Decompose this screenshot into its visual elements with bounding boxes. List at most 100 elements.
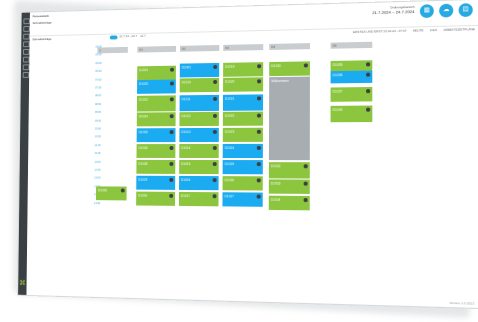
status-dot-icon[interactable] [256, 145, 261, 150]
schedule-block[interactable]: D1012 [179, 111, 219, 127]
status-dot-icon[interactable] [212, 178, 217, 183]
schedule-block[interactable]: D1015 [179, 159, 219, 175]
document-icon: ▤ [462, 6, 469, 13]
status-dot-icon[interactable] [212, 145, 217, 150]
status-dot-icon[interactable] [213, 96, 218, 101]
schedule-block[interactable]: D1022 [222, 111, 264, 126]
schedule-block[interactable]: D1010 [179, 77, 220, 93]
schedule-block[interactable]: D1027 [222, 192, 263, 207]
schedule-block[interactable]: D1020 [137, 79, 176, 94]
schedule-block[interactable]: D1036 [330, 70, 373, 84]
schedule-block[interactable]: D1026 [136, 144, 176, 158]
schedule-block[interactable]: D1035 [330, 60, 373, 72]
schedule-block[interactable]: D1030 [136, 191, 176, 206]
status-dot-icon[interactable] [303, 63, 308, 68]
schedule-block[interactable]: D1014 [179, 143, 219, 159]
schedule-block[interactable]: D1011 [179, 94, 220, 112]
status-dot-icon[interactable] [365, 62, 371, 67]
status-dot-icon[interactable] [169, 146, 174, 151]
status-dot-icon[interactable] [256, 96, 262, 101]
status-dot-icon[interactable] [169, 193, 174, 198]
menu-item-heute[interactable]: HEUTE [413, 28, 424, 32]
tab-schnelleintraege[interactable]: Schnelleinträge [33, 21, 52, 25]
settings-icon[interactable] [22, 56, 30, 63]
breadcrumb[interactable]: Reisestatistik [33, 14, 49, 18]
schedule-block[interactable]: D1024 [136, 112, 176, 127]
status-dot-icon[interactable] [169, 114, 174, 119]
schedule-block[interactable]: Willkommen [268, 76, 310, 161]
plan-button[interactable]: ▦ [419, 4, 434, 19]
date-filter[interactable]: 21.7.24 - 22.7 22.7 [119, 34, 146, 39]
schedule-block[interactable]: D1023 [222, 127, 263, 142]
status-dot-icon[interactable] [303, 181, 308, 186]
schedule-block[interactable]: D1020 [223, 77, 264, 92]
schedule-block[interactable]: D1033 [268, 179, 310, 194]
status-dot-icon[interactable] [366, 72, 371, 77]
status-dot-icon[interactable] [256, 178, 261, 183]
status-dot-icon[interactable] [169, 161, 174, 166]
status-dot-icon[interactable] [212, 113, 217, 118]
column-header[interactable]: D4 [269, 43, 311, 50]
status-dot-icon[interactable] [170, 67, 174, 72]
status-dot-icon[interactable] [169, 81, 174, 86]
schedule-block[interactable]: D1037 [330, 86, 373, 102]
status-dot-icon[interactable] [256, 113, 261, 118]
status-dot-icon[interactable] [213, 79, 218, 84]
status-dot-icon[interactable] [303, 197, 308, 203]
column-header[interactable]: D3 [223, 44, 264, 51]
schedule-block[interactable]: D1021 [137, 65, 176, 81]
status-dot-icon[interactable] [120, 188, 125, 193]
schedule-block[interactable]: D1026 [222, 176, 263, 191]
schedule-block[interactable]: D1019 [223, 62, 264, 77]
status-dot-icon[interactable] [366, 107, 371, 112]
schedule-block[interactable]: D1034 [268, 195, 310, 211]
date-range-value[interactable]: 21.7.2024 – 24.7.2024 [372, 9, 414, 15]
status-dot-icon[interactable] [213, 64, 218, 70]
chart-icon[interactable] [23, 48, 30, 55]
status-dot-icon[interactable] [169, 97, 174, 102]
schedule-block[interactable]: D1001 [179, 62, 220, 78]
block-label: D1021 [139, 68, 149, 73]
schedule-block[interactable]: D1024 [222, 143, 263, 159]
schedule-block[interactable]: D1016 [179, 175, 219, 191]
status-dot-icon[interactable] [256, 162, 261, 167]
status-dot-icon[interactable] [212, 194, 217, 199]
document-icon[interactable] [22, 64, 30, 71]
schedule-block[interactable]: D1021 [222, 94, 264, 111]
status-dot-icon[interactable] [212, 129, 217, 134]
schedule-block[interactable]: D1013 [179, 127, 219, 143]
status-dot-icon[interactable] [257, 64, 262, 69]
schedule-block[interactable]: D1017 [178, 191, 219, 207]
docs-button[interactable]: ▤ [458, 3, 473, 18]
status-dot-icon[interactable] [169, 177, 174, 182]
status-dot-icon[interactable] [256, 194, 261, 199]
schedule-block[interactable]: D1026 [95, 186, 127, 201]
schedule-block[interactable]: D1032 [268, 162, 310, 179]
schedule-block[interactable]: D1025 [222, 160, 263, 175]
column-header[interactable]: D2 [179, 44, 220, 52]
status-dot-icon[interactable] [256, 129, 261, 134]
date-range-block: Ordnungsbereich 21.7.2024 – 24.7.2024 [372, 5, 414, 15]
view-toggle[interactable] [109, 35, 118, 40]
menu-item-page[interactable]: 2/4/2 [430, 28, 437, 32]
schedule-block[interactable]: D1025 [136, 128, 176, 143]
column-header[interactable]: D5 [330, 41, 373, 49]
logo-icon: ⌘ [19, 280, 26, 288]
schedule-block[interactable]: D1039 [330, 105, 373, 123]
status-dot-icon[interactable] [366, 89, 371, 94]
menu-item-arbeitszeit[interactable]: ARBEITSZEITPLÄNE [443, 27, 475, 32]
column-header[interactable]: 1 [97, 46, 128, 54]
status-dot-icon[interactable] [169, 130, 174, 135]
status-dot-icon[interactable] [303, 164, 308, 169]
schedule-block[interactable]: D1022 [136, 95, 176, 112]
calendar-button[interactable]: ☁ [439, 3, 454, 18]
clock-icon[interactable] [22, 72, 30, 78]
menu-item-erstes[interactable]: ERSTES UND ERST 23.04.24 - 07:07 [353, 29, 407, 34]
status-dot-icon[interactable] [212, 162, 217, 167]
status-dot-icon[interactable] [257, 79, 262, 84]
schedule-block[interactable]: D1029 [136, 175, 176, 190]
column-header[interactable]: D1 [137, 45, 177, 53]
block-label: D1011 [181, 97, 191, 102]
schedule-block[interactable]: D1030 [269, 61, 310, 77]
schedule-block[interactable]: D1038 [136, 159, 176, 174]
